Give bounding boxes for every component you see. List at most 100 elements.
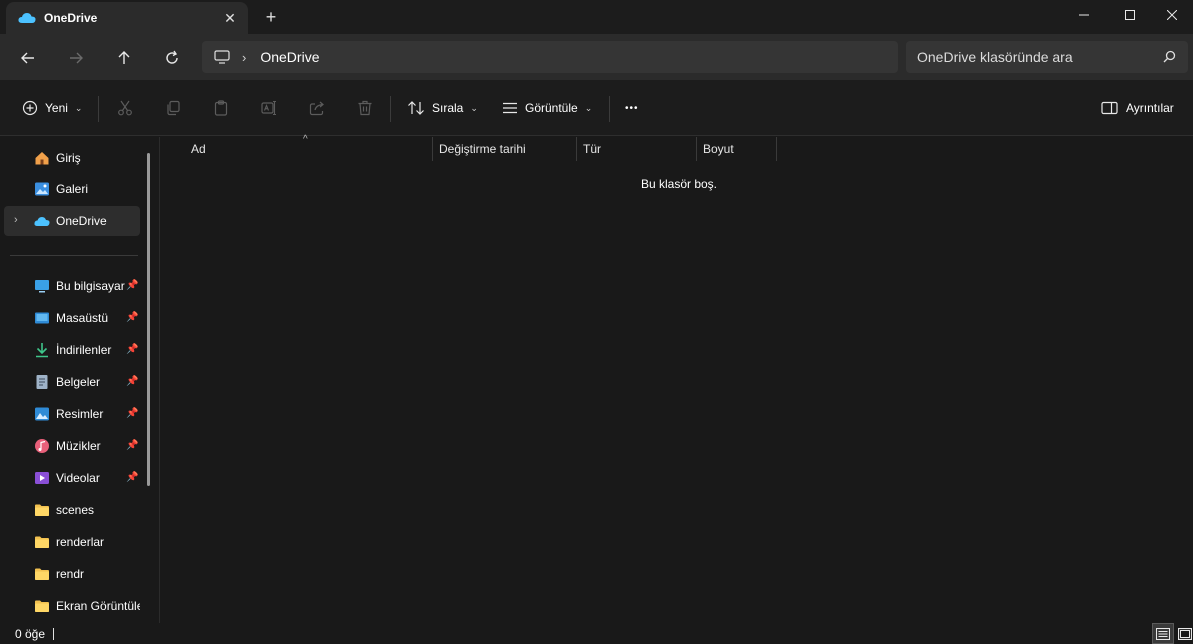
tab-onedrive[interactable]: OneDrive ✕ — [6, 2, 248, 34]
sort-icon — [408, 101, 424, 115]
sidebar-item-videos[interactable]: Videolar 📌 — [4, 463, 140, 493]
forward-button[interactable] — [64, 46, 88, 70]
column-label: Tür — [583, 142, 601, 156]
pin-icon[interactable]: 📌 — [126, 408, 138, 419]
large-icons-view-button[interactable] — [1174, 623, 1193, 644]
sidebar-item-rendr[interactable]: rendr — [4, 559, 140, 589]
close-tab-icon[interactable]: ✕ — [222, 10, 238, 26]
share-button[interactable] — [307, 98, 327, 118]
sort-button[interactable]: Sırala ⌄ — [407, 96, 478, 120]
column-label: Boyut — [703, 142, 734, 156]
folder-icon — [35, 536, 49, 548]
item-count: 0 öğe — [15, 627, 46, 641]
sidebar-item-onedrive[interactable]: › OneDrive — [4, 206, 140, 236]
sidebar-item-scenes[interactable]: scenes — [4, 495, 140, 525]
empty-folder-message: Bu klasör boş. — [640, 177, 718, 191]
arrow-left-icon — [21, 52, 34, 64]
documents-icon — [36, 375, 48, 389]
delete-button[interactable] — [355, 98, 375, 118]
download-icon — [36, 343, 48, 358]
minimize-button[interactable] — [1061, 0, 1107, 30]
sidebar-item-downloads[interactable]: İndirilenler 📌 — [4, 335, 140, 365]
command-bar: Yeni ⌄ Sırala ⌄ Görüntüle ⌄ ••• Ayrıntıl… — [0, 80, 1193, 136]
copy-button[interactable] — [163, 98, 183, 118]
sidebar-item-renderlar[interactable]: renderlar — [4, 527, 140, 557]
share-icon — [309, 101, 324, 116]
sidebar-item-this-pc[interactable]: Bu bilgisayar 📌 — [4, 271, 140, 301]
pin-icon[interactable]: 📌 — [126, 280, 138, 291]
sidebar-label: OneDrive — [56, 214, 107, 228]
maximize-icon — [1125, 10, 1135, 20]
chevron-right-icon[interactable]: › — [242, 50, 246, 65]
new-tab-button[interactable]: + — [262, 8, 280, 26]
home-icon — [35, 152, 49, 165]
sidebar-item-pictures[interactable]: Resimler 📌 — [4, 399, 140, 429]
trash-icon — [358, 100, 372, 116]
file-list: Ad ^ Değiştirme tarihi Tür Boyut Bu klas… — [161, 134, 1193, 623]
gallery-icon — [35, 182, 49, 196]
folder-icon — [35, 504, 49, 516]
rename-button[interactable] — [259, 98, 279, 118]
up-button[interactable] — [112, 46, 136, 70]
folder-icon — [35, 600, 49, 612]
status-bar: 0 öğe — [0, 623, 1193, 644]
column-label: Değiştirme tarihi — [439, 142, 526, 156]
pin-icon[interactable]: 📌 — [126, 344, 138, 355]
plus-circle-icon — [22, 100, 38, 116]
title-bar: OneDrive ✕ + — [0, 0, 1193, 34]
more-icon: ••• — [625, 102, 639, 114]
sort-ascending-icon: ^ — [303, 134, 308, 145]
monitor-icon — [214, 50, 230, 64]
details-view-button[interactable] — [1152, 623, 1174, 644]
pin-icon[interactable]: 📌 — [126, 376, 138, 387]
back-button[interactable] — [16, 46, 40, 70]
pin-icon[interactable]: 📌 — [126, 472, 138, 483]
search-box[interactable] — [906, 41, 1188, 73]
address-bar[interactable]: › OneDrive — [202, 41, 898, 73]
refresh-button[interactable] — [160, 46, 184, 70]
close-window-button[interactable] — [1149, 0, 1193, 30]
new-label: Yeni — [45, 101, 68, 115]
sidebar-label: renderlar — [56, 535, 105, 549]
sidebar-label: Galeri — [56, 182, 89, 196]
computer-icon — [35, 280, 49, 293]
paste-button[interactable] — [211, 98, 231, 118]
videos-icon — [35, 472, 49, 484]
sidebar-scrollbar[interactable] — [147, 153, 150, 486]
navigation-bar: › OneDrive — [0, 34, 1193, 80]
sidebar-label: rendr — [56, 567, 85, 581]
view-list-icon — [503, 102, 517, 114]
details-pane-button[interactable]: Ayrıntılar — [1101, 96, 1174, 120]
copy-icon — [167, 100, 180, 116]
pictures-icon — [35, 407, 49, 421]
sidebar-label: Ekran Görüntüleri — [56, 599, 140, 613]
chevron-right-icon[interactable]: › — [14, 214, 18, 226]
sidebar-item-music[interactable]: Müzikler 📌 — [4, 431, 140, 461]
clipboard-icon — [214, 100, 228, 116]
search-input[interactable] — [917, 49, 1147, 65]
chevron-down-icon: ⌄ — [74, 102, 83, 113]
more-options-button[interactable]: ••• — [625, 96, 639, 120]
column-header-type[interactable]: Tür — [576, 137, 696, 161]
column-divider[interactable] — [776, 137, 777, 161]
details-view-icon — [1156, 627, 1170, 640]
maximize-button[interactable] — [1107, 0, 1153, 30]
cut-button[interactable] — [115, 98, 135, 118]
column-header-date-modified[interactable]: Değiştirme tarihi — [432, 137, 576, 161]
search-icon[interactable] — [1163, 50, 1176, 63]
refresh-icon — [166, 50, 178, 64]
sidebar-item-desktop[interactable]: Masaüstü 📌 — [4, 303, 140, 333]
pin-icon[interactable]: 📌 — [126, 440, 138, 451]
sidebar-item-documents[interactable]: Belgeler 📌 — [4, 367, 140, 397]
sidebar-item-screenshots[interactable]: Ekran Görüntüleri — [4, 591, 140, 621]
close-icon — [1167, 10, 1177, 20]
column-header-name[interactable]: Ad — [184, 137, 432, 161]
sidebar-item-gallery[interactable]: Galeri — [4, 174, 140, 204]
view-button[interactable]: Görüntüle ⌄ — [502, 96, 592, 120]
sidebar-item-home[interactable]: Giriş — [4, 143, 140, 173]
breadcrumb-onedrive[interactable]: OneDrive — [260, 49, 319, 65]
minimize-icon — [1079, 14, 1089, 16]
new-button[interactable]: Yeni ⌄ — [22, 96, 82, 120]
pin-icon[interactable]: 📌 — [126, 312, 138, 323]
column-header-size[interactable]: Boyut — [696, 137, 776, 161]
